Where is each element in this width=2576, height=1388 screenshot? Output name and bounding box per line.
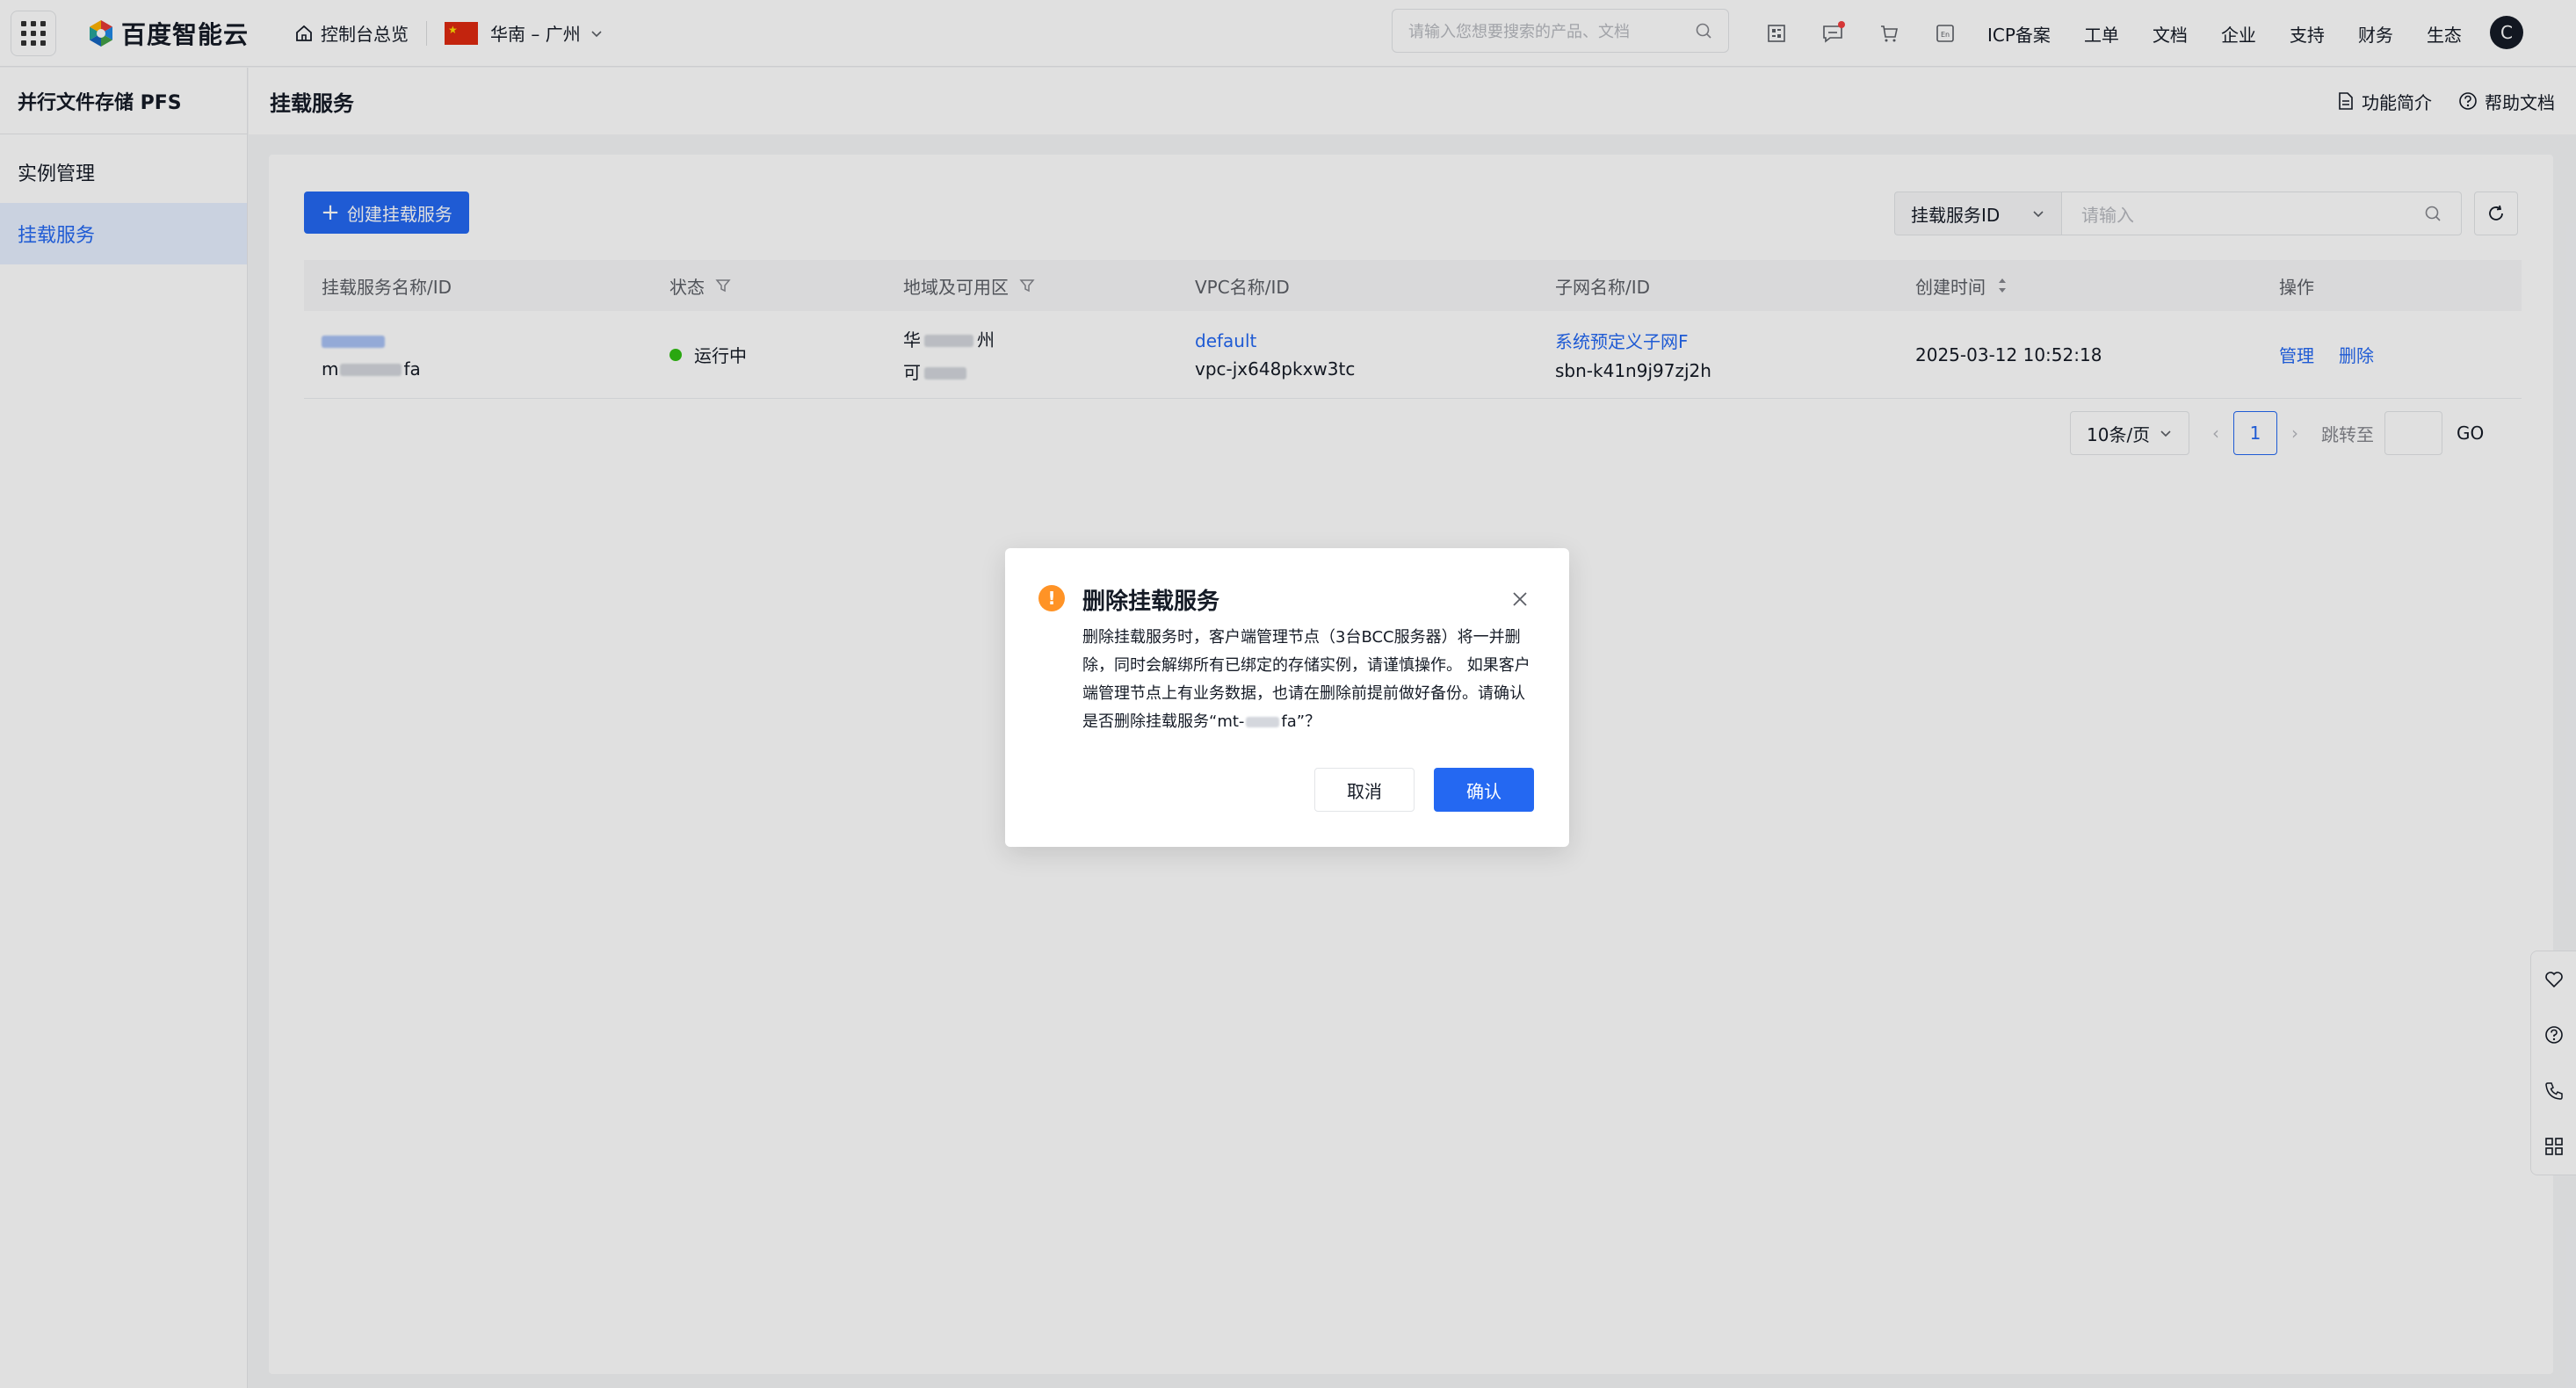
redacted-service-id xyxy=(1246,717,1280,727)
close-icon[interactable] xyxy=(1508,587,1532,611)
warning-icon: ! xyxy=(1038,585,1065,611)
cancel-button[interactable]: 取消 xyxy=(1314,768,1415,812)
delete-mount-service-dialog: ! 删除挂载服务 删除挂载服务时，客户端管理节点（3台BCC服务器）将一并删除，… xyxy=(1005,548,1569,847)
dialog-message: 删除挂载服务时，客户端管理节点（3台BCC服务器）将一并删除，同时会解绑所有已绑… xyxy=(1082,624,1539,736)
dialog-message-end: fa”？ xyxy=(1281,712,1321,731)
dialog-title: 删除挂载服务 xyxy=(1082,589,1220,615)
confirm-button[interactable]: 确认 xyxy=(1434,768,1534,812)
